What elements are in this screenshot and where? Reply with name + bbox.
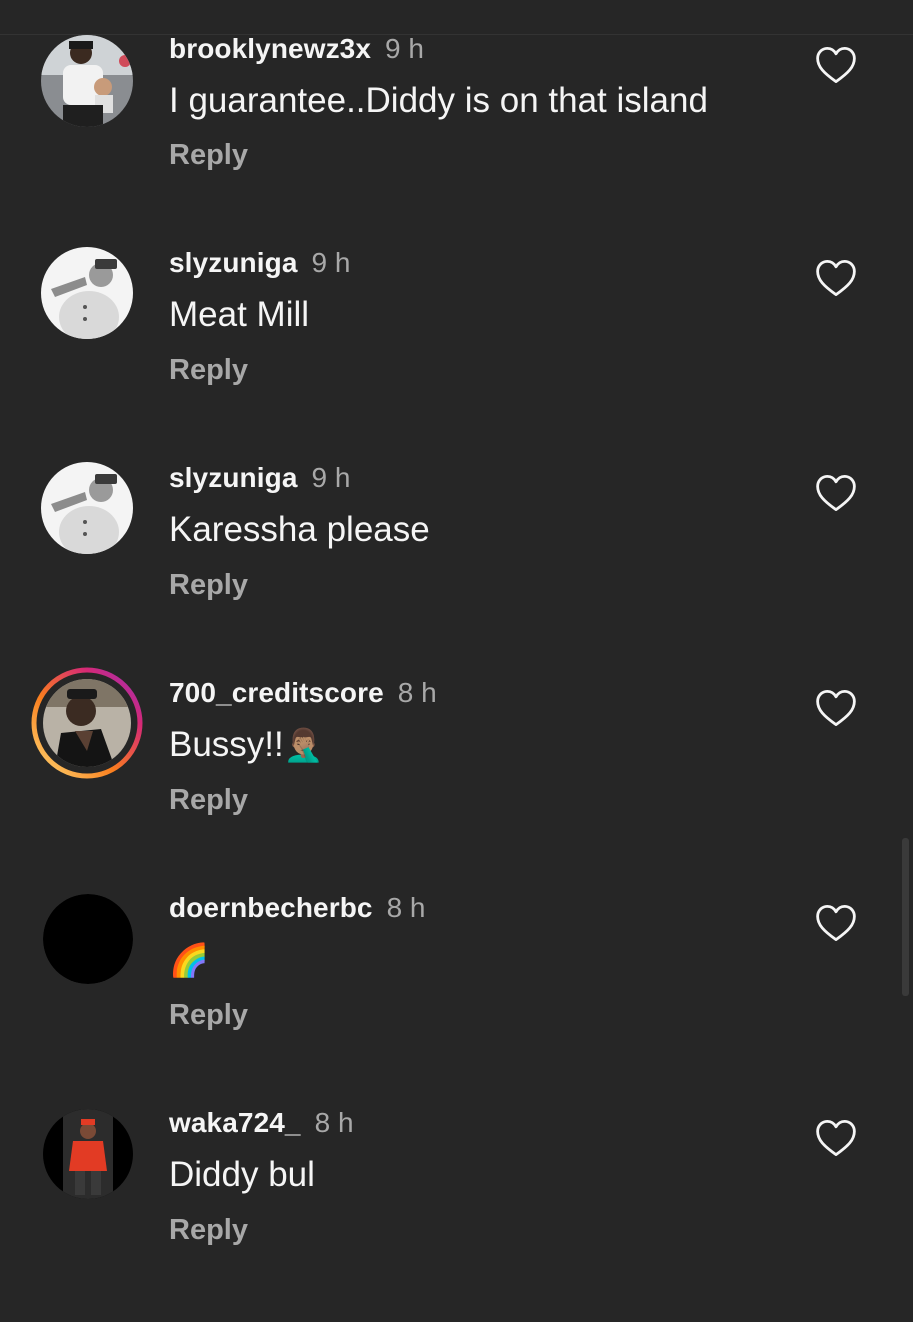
comment-timestamp: 9 h: [311, 247, 351, 278]
reply-button[interactable]: Reply: [169, 137, 248, 173]
comment-item: slyzuniga 9 h Meat Mill Reply: [0, 247, 913, 462]
avatar[interactable]: [43, 894, 133, 984]
comment-text: I guarantee..Diddy is on that island: [169, 81, 708, 120]
comment-username[interactable]: slyzuniga: [169, 247, 298, 278]
comment-text-content: Bussy!!: [169, 725, 284, 764]
comment-item: 700_creditscore 8 h Bussy!!🤦🏽‍♂️ Reply: [0, 667, 913, 892]
reply-button[interactable]: Reply: [169, 1212, 248, 1248]
avatar[interactable]: [41, 35, 133, 127]
heart-outline-icon[interactable]: [815, 688, 857, 728]
comment-item: slyzuniga 9 h Karessha please Reply: [0, 462, 913, 677]
avatar[interactable]: [41, 462, 133, 554]
heart-outline-icon[interactable]: [815, 1118, 857, 1158]
heart-outline-icon[interactable]: [815, 903, 857, 943]
reply-button[interactable]: Reply: [169, 997, 248, 1033]
comment-username[interactable]: slyzuniga: [169, 462, 298, 493]
avatar[interactable]: [41, 247, 133, 339]
reply-button[interactable]: Reply: [169, 782, 248, 818]
comment-username[interactable]: doernbecherbc: [169, 892, 373, 923]
comment-text: Diddy bul: [169, 1155, 315, 1194]
comment-text: 🌈: [169, 938, 209, 982]
comment-item: brooklynewz3x 9 h I guarantee..Diddy is o…: [0, 33, 913, 250]
comment-text: Bussy!!🤦🏽‍♂️: [169, 723, 324, 767]
rainbow-emoji-icon: 🌈: [169, 942, 209, 978]
reply-button[interactable]: Reply: [169, 567, 248, 603]
scrollbar[interactable]: [902, 838, 909, 996]
comment-timestamp: 9 h: [385, 33, 424, 64]
comment-timestamp: 8 h: [314, 1107, 354, 1138]
reply-button[interactable]: Reply: [169, 352, 248, 388]
facepalm-emoji-icon: 🤦🏽‍♂️: [283, 727, 324, 763]
comment-timestamp: 8 h: [386, 892, 426, 923]
comment-timestamp: 8 h: [397, 677, 437, 708]
heart-outline-icon[interactable]: [815, 45, 857, 85]
heart-outline-icon[interactable]: [815, 473, 857, 513]
avatar[interactable]: [43, 1109, 133, 1199]
comment-item: waka724_ 8 h Diddy bul Reply: [0, 1107, 913, 1322]
heart-outline-icon[interactable]: [815, 258, 857, 298]
comment-text: Meat Mill: [169, 295, 310, 334]
comment-timestamp: 9 h: [311, 462, 351, 493]
comment-text: Karessha please: [169, 510, 430, 549]
comment-username[interactable]: 700_creditscore: [169, 677, 384, 708]
comment-item: doernbecherbc 8 h 🌈 Reply: [0, 892, 913, 1107]
comment-username[interactable]: waka724_: [169, 1107, 301, 1138]
comment-username[interactable]: brooklynewz3x: [169, 33, 371, 64]
avatar-story-ring[interactable]: [31, 667, 143, 779]
